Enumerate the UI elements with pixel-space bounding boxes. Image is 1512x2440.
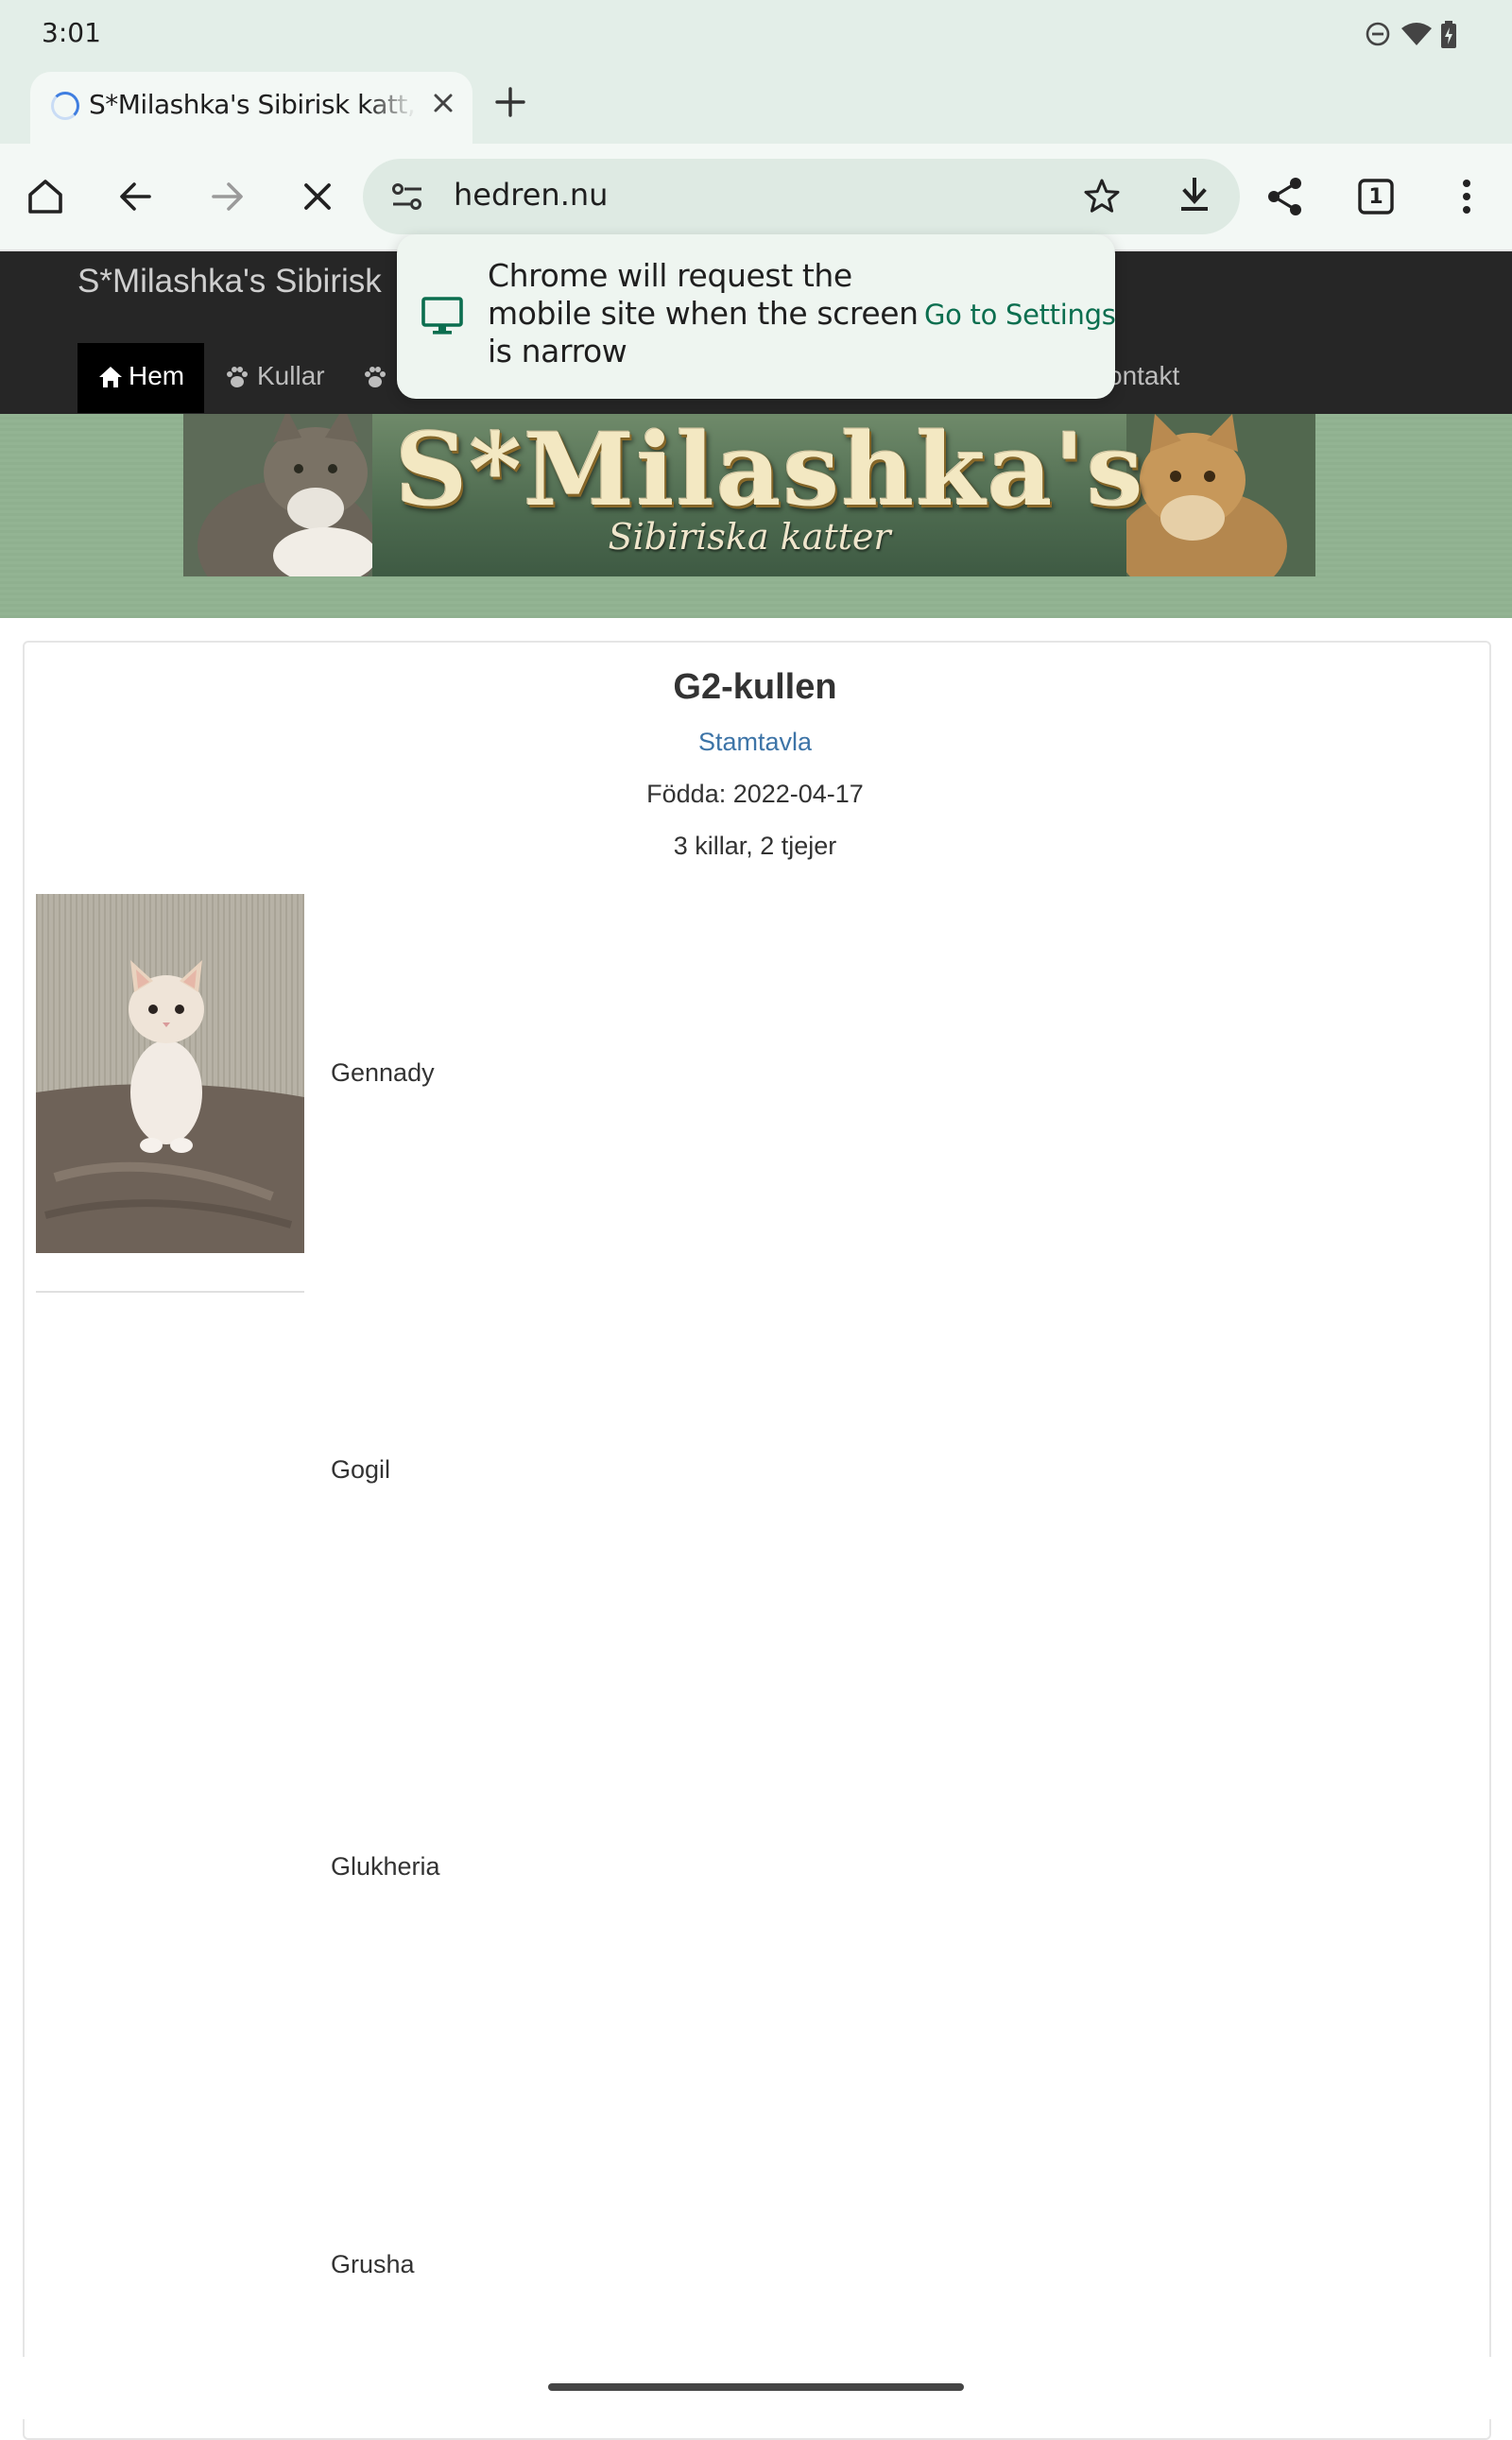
site-settings-icon[interactable]	[387, 178, 427, 215]
site-name[interactable]: S*Milashka's Sibirisk	[77, 263, 382, 301]
loading-spinner-icon	[51, 92, 79, 120]
forward-arrow-icon[interactable]	[204, 174, 249, 219]
nav-item-kullar[interactable]: Kullar	[257, 361, 325, 391]
go-to-settings-button[interactable]: Go to Settings	[924, 299, 1116, 331]
banner-subtitle: Sibiriska katter	[608, 516, 891, 558]
back-arrow-icon[interactable]	[113, 174, 159, 219]
share-icon[interactable]	[1263, 174, 1308, 219]
nav-item-kontakt[interactable]: ontakt	[1108, 361, 1179, 391]
stop-icon[interactable]	[295, 174, 340, 219]
bookmark-star-icon[interactable]	[1079, 174, 1125, 219]
kitten-name-glukheria: Glukheria	[331, 1852, 440, 1881]
paw-icon	[227, 367, 248, 387]
home-icon	[99, 367, 122, 387]
kitten-counts: 3 killar, 2 tjejer	[673, 832, 837, 860]
tab-count: 1	[1368, 185, 1383, 209]
paw-icon	[365, 367, 386, 387]
status-time: 3:01	[42, 17, 101, 48]
litter-title: G2-kullen	[673, 667, 837, 707]
kitten-name-gogil: Gogil	[331, 1455, 391, 1484]
wifi-icon	[1401, 23, 1432, 45]
kitten-photo-image	[36, 894, 304, 1253]
kitten-name-gennady: Gennady	[331, 1058, 435, 1087]
nav-item-label: Hem	[129, 361, 185, 390]
cat-right-image	[1126, 414, 1315, 576]
gesture-handle[interactable]	[548, 2383, 964, 2391]
battery-charging-icon	[1441, 21, 1456, 48]
tab-title: S*Milashka's Sibirisk katt, k	[89, 89, 416, 120]
new-tab-icon[interactable]	[491, 83, 529, 121]
home-icon[interactable]	[23, 174, 68, 219]
desktop-monitor-icon	[421, 297, 463, 335]
banner-title: S*Milashka's	[395, 414, 1145, 528]
cat-left-image	[183, 414, 372, 576]
popup-message: Chrome will request the mobile site when…	[488, 257, 919, 369]
more-vert-icon[interactable]	[1444, 174, 1489, 219]
do-not-disturb-icon	[1366, 22, 1390, 46]
kitten-photo-gennady[interactable]	[36, 894, 304, 1253]
birth-date: Födda: 2022-04-17	[646, 780, 864, 808]
url-text[interactable]: hedren.nu	[454, 177, 608, 213]
divider	[36, 1291, 304, 1293]
pedigree-link[interactable]: Stamtavla	[23, 728, 1487, 757]
status-bar	[0, 0, 1512, 68]
site-banner: S*Milashka's Sibiriska katter	[183, 414, 1315, 576]
close-tab-icon[interactable]	[427, 87, 459, 119]
kitten-name-grusha: Grusha	[331, 2250, 415, 2278]
download-icon[interactable]	[1172, 174, 1217, 219]
